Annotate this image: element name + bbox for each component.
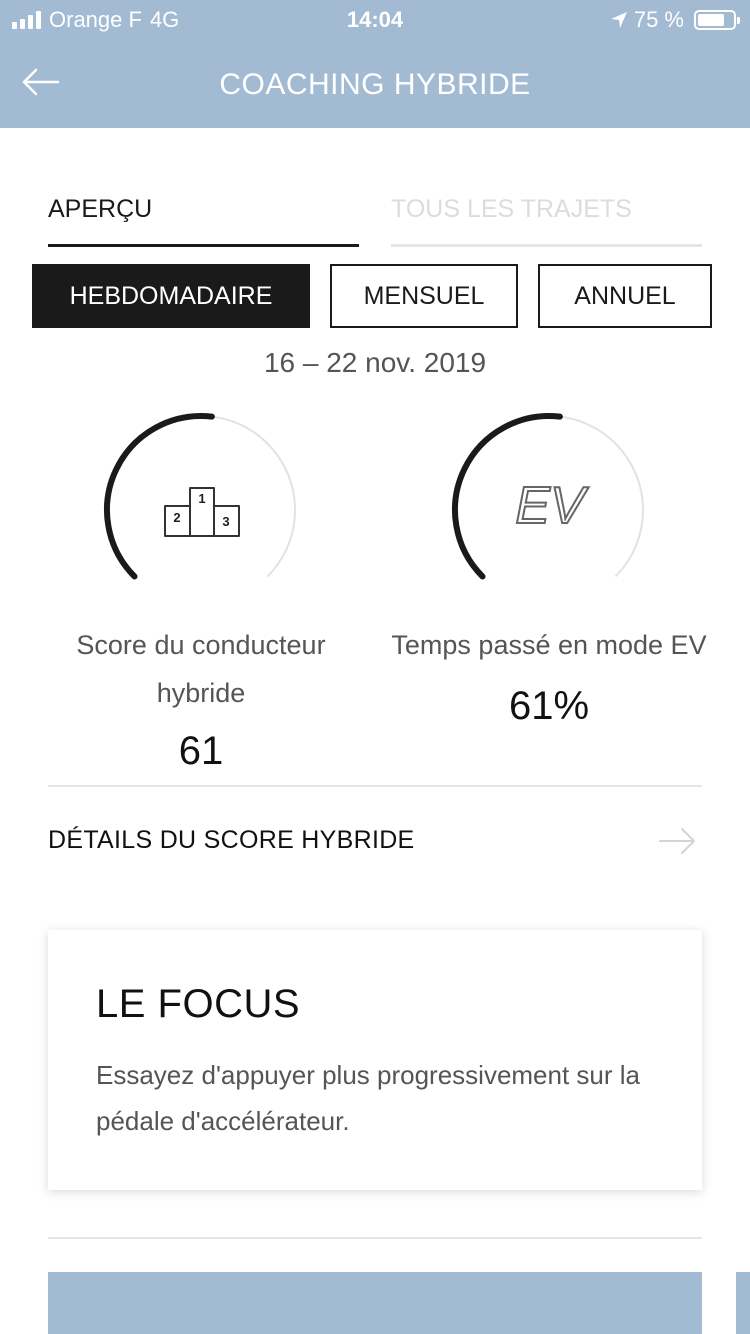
driver-score-label: Score du conducteur hybride bbox=[76, 630, 326, 708]
ev-time-label: Temps passé en mode EV bbox=[391, 630, 707, 660]
tab-tous-les-trajets[interactable]: TOUS LES TRAJETS bbox=[391, 195, 702, 247]
podium-label-2: 2 bbox=[173, 510, 180, 525]
period-hebdomadaire-button[interactable]: HEBDOMADAIRE bbox=[32, 264, 310, 328]
period-annuel-button[interactable]: ANNUEL bbox=[538, 264, 712, 328]
next-card-preview[interactable] bbox=[48, 1272, 702, 1334]
period-mensuel-button[interactable]: MENSUEL bbox=[330, 264, 518, 328]
ev-time-value: 61% bbox=[508, 684, 590, 728]
focus-title: LE FOCUS bbox=[96, 982, 301, 1026]
podium-label-3: 3 bbox=[222, 514, 229, 529]
driver-score-value: 61 bbox=[178, 729, 224, 773]
battery-icon bbox=[694, 10, 740, 30]
podium-icon: 1 2 3 bbox=[164, 487, 240, 537]
location-arrow-icon bbox=[610, 12, 627, 28]
divider bbox=[48, 785, 702, 787]
divider bbox=[48, 1237, 702, 1239]
next-card-preview-edge bbox=[736, 1272, 750, 1334]
podium-label-1: 1 bbox=[198, 491, 205, 506]
battery-percent: 75 % bbox=[633, 7, 684, 32]
focus-text: Essayez d'appuyer plus progressivement s… bbox=[96, 1060, 641, 1136]
header-bar: Orange F 4G 14:04 75 % COACHING HYBRIDE bbox=[0, 0, 750, 128]
date-range: 16 – 22 nov. 2019 bbox=[263, 347, 487, 378]
status-bar: Orange F 4G 14:04 75 % bbox=[0, 0, 750, 40]
tab-apercu[interactable]: APERÇU bbox=[48, 195, 359, 247]
details-score-link[interactable]: DÉTAILS DU SCORE HYBRIDE bbox=[48, 826, 415, 855]
ev-icon: EV bbox=[514, 476, 585, 536]
arrow-right-icon[interactable] bbox=[658, 826, 698, 856]
focus-card: LE FOCUS Essayez d'appuyer plus progress… bbox=[48, 930, 702, 1190]
page-title: COACHING HYBRIDE bbox=[219, 68, 531, 101]
